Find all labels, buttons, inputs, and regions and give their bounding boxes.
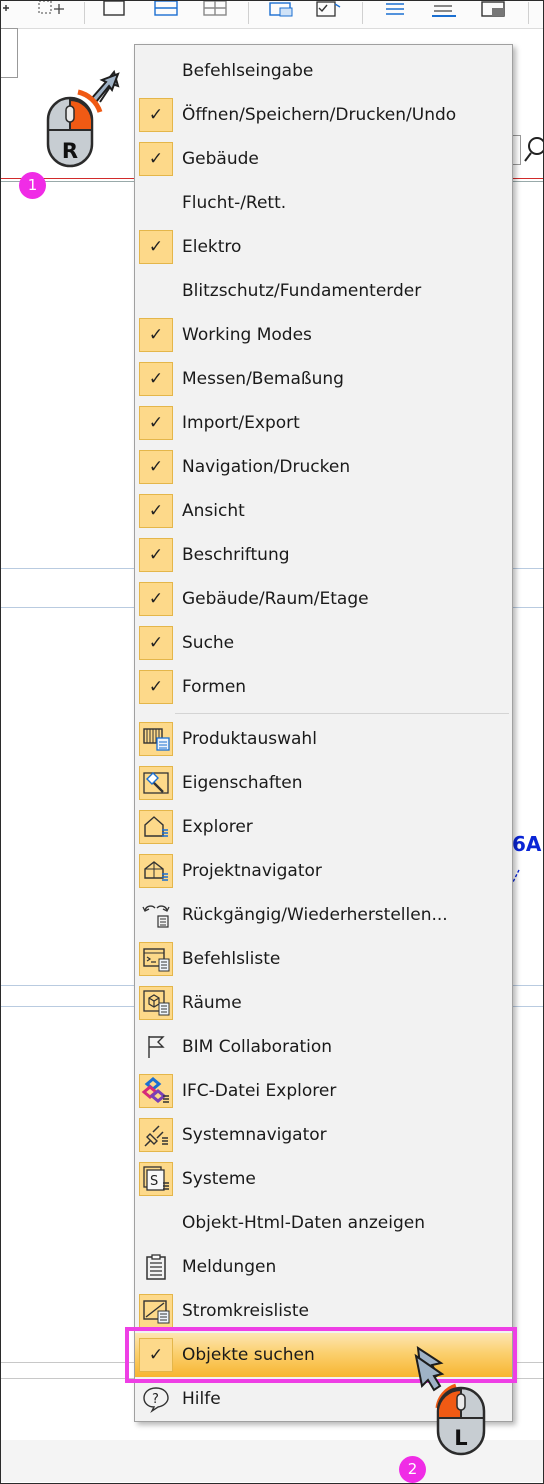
help-icon: ? bbox=[139, 1382, 173, 1416]
menu-item-formen[interactable]: ✓ Formen bbox=[135, 665, 512, 709]
rooms-cube-icon bbox=[139, 986, 173, 1020]
menu-item-label: Eigenschaften bbox=[182, 773, 303, 793]
menu-item-befehlsliste[interactable]: Befehlsliste bbox=[135, 937, 512, 981]
menu-item-produktauswahl[interactable]: Produktauswahl bbox=[135, 717, 512, 761]
menu-item-eigenschaften[interactable]: Eigenschaften bbox=[135, 761, 512, 805]
menu-item-label: Ansicht bbox=[182, 501, 245, 521]
step-badge-1: 1 bbox=[19, 172, 46, 199]
checkmark-icon: ✓ bbox=[139, 582, 173, 616]
menu-item-label: Befehlsliste bbox=[182, 949, 281, 969]
menu-item-label: Explorer bbox=[182, 817, 253, 837]
checkmark-icon: ✓ bbox=[139, 142, 173, 176]
menu-item-navigation-drucken[interactable]: ✓ Navigation/Drucken bbox=[135, 445, 512, 489]
menu-item-label: Gebäude/Raum/Etage bbox=[182, 589, 369, 609]
checkmark-icon: ✓ bbox=[139, 450, 173, 484]
checkmark-icon: ✓ bbox=[139, 494, 173, 528]
menu-item-label: Hilfe bbox=[182, 1389, 221, 1409]
menu-item-objekt-html-daten-anzeigen[interactable]: Objekt-Html-Daten anzeigen bbox=[135, 1201, 512, 1245]
properties-hammer-icon bbox=[139, 766, 173, 800]
menu-item-rückgängig-wiederherstellen[interactable]: Rückgängig/Wiederherstellen... bbox=[135, 893, 512, 937]
menu-item-label: Flucht-/Rett. bbox=[182, 193, 287, 213]
left-mouse-letter: L bbox=[454, 1426, 468, 1450]
menu-item-label: Räume bbox=[182, 993, 242, 1013]
menu-item-label: Systeme bbox=[182, 1169, 256, 1189]
ifc-file-explorer-icon bbox=[139, 1074, 173, 1108]
menu-item-elektro[interactable]: ✓ Elektro bbox=[135, 225, 512, 269]
menu-item-bim-collaboration[interactable]: BIM Collaboration bbox=[135, 1025, 512, 1069]
menu-item-label: BIM Collaboration bbox=[182, 1037, 333, 1057]
menu-item-gebäude-raum-etage[interactable]: ✓ Gebäude/Raum/Etage bbox=[135, 577, 512, 621]
menu-item-working-modes[interactable]: ✓ Working Modes bbox=[135, 313, 512, 357]
menu-item-blitzschutz-fundamenterder[interactable]: Blitzschutz/Fundamenterder bbox=[135, 269, 512, 313]
explorer-house-icon bbox=[139, 810, 173, 844]
menu-item-label: Suche bbox=[182, 633, 235, 653]
menu-item-label: Formen bbox=[182, 677, 247, 697]
step-badge-2: 2 bbox=[399, 1456, 426, 1483]
undo-redo-icon bbox=[139, 898, 173, 932]
checkmark-icon: ✓ bbox=[139, 230, 173, 264]
clipboard-icon bbox=[139, 1250, 173, 1284]
menu-item-suche[interactable]: ✓ Suche bbox=[135, 621, 512, 665]
menu-item-label: Import/Export bbox=[182, 413, 300, 433]
left-mouse-button-icon: L bbox=[412, 1352, 492, 1460]
menu-item-label: Öffnen/Speichern/Drucken/Undo bbox=[182, 105, 457, 125]
menu-separator bbox=[175, 713, 509, 714]
checkmark-icon: ✓ bbox=[139, 406, 173, 440]
command-list-icon bbox=[139, 942, 173, 976]
menu-item-label: Working Modes bbox=[182, 325, 312, 345]
menu-item-systeme[interactable]: S Systeme bbox=[135, 1157, 512, 1201]
menu-item-gebäude[interactable]: ✓ Gebäude bbox=[135, 137, 512, 181]
menu-item-befehlseingabe[interactable]: Befehlseingabe bbox=[135, 49, 512, 93]
project-navigator-icon bbox=[139, 854, 173, 888]
right-mouse-button-icon: R bbox=[40, 68, 122, 172]
svg-text:S: S bbox=[150, 1174, 158, 1189]
menu-item-label: Objekt-Html-Daten anzeigen bbox=[182, 1213, 425, 1233]
checkmark-icon: ✓ bbox=[139, 362, 173, 396]
right-mouse-letter: R bbox=[61, 139, 79, 163]
menu-item-label: Navigation/Drucken bbox=[182, 457, 351, 477]
menu-item-explorer[interactable]: Explorer bbox=[135, 805, 512, 849]
product-selection-icon bbox=[139, 722, 173, 756]
menu-item-projektnavigator[interactable]: Projektnavigator bbox=[135, 849, 512, 893]
menu-item-label: Messen/Bemaßung bbox=[182, 369, 344, 389]
checkmark-icon: ✓ bbox=[139, 318, 173, 352]
menu-item-label: Meldungen bbox=[182, 1257, 277, 1277]
menu-item-messen-bemaßung[interactable]: ✓ Messen/Bemaßung bbox=[135, 357, 512, 401]
menu-item-label: Rückgängig/Wiederherstellen... bbox=[182, 905, 448, 925]
svg-text:?: ? bbox=[152, 1392, 159, 1407]
circuit-list-icon bbox=[139, 1294, 173, 1328]
menu-item-label: Systemnavigator bbox=[182, 1125, 327, 1145]
menu-item-systemnavigator[interactable]: Systemnavigator bbox=[135, 1113, 512, 1157]
menu-item-öffnen-speichern-drucken-undo[interactable]: ✓ Öffnen/Speichern/Drucken/Undo bbox=[135, 93, 512, 137]
menu-item-label: IFC-Datei Explorer bbox=[182, 1081, 337, 1101]
plug-icon bbox=[139, 1118, 173, 1152]
menu-item-flucht-rett[interactable]: Flucht-/Rett. bbox=[135, 181, 512, 225]
menu-item-label: Befehlseingabe bbox=[182, 61, 314, 81]
checkmark-icon: ✓ bbox=[139, 670, 173, 704]
menu-item-beschriftung[interactable]: ✓ Beschriftung bbox=[135, 533, 512, 577]
toolbar-context-menu: Befehlseingabe ✓ Öffnen/Speichern/Drucken/… bbox=[134, 44, 513, 1422]
systems-icon: S bbox=[139, 1162, 173, 1196]
menu-item-ifc-datei-explorer[interactable]: IFC-Datei Explorer bbox=[135, 1069, 512, 1113]
checkmark-icon: ✓ bbox=[139, 538, 173, 572]
menu-item-label: Blitzschutz/Fundamenterder bbox=[182, 281, 422, 301]
menu-item-label: Projektnavigator bbox=[182, 861, 322, 881]
menu-item-ansicht[interactable]: ✓ Ansicht bbox=[135, 489, 512, 533]
menu-item-label: Gebäude bbox=[182, 149, 259, 169]
menu-item-label: Elektro bbox=[182, 237, 242, 257]
checkmark-icon: ✓ bbox=[139, 626, 173, 660]
menu-item-label: Beschriftung bbox=[182, 545, 290, 565]
menu-item-meldungen[interactable]: Meldungen bbox=[135, 1245, 512, 1289]
menu-item-import-export[interactable]: ✓ Import/Export bbox=[135, 401, 512, 445]
menu-item-label: Produktauswahl bbox=[182, 729, 317, 749]
checkmark-icon: ✓ bbox=[139, 98, 173, 132]
flag-icon bbox=[139, 1030, 173, 1064]
menu-item-räume[interactable]: Räume bbox=[135, 981, 512, 1025]
